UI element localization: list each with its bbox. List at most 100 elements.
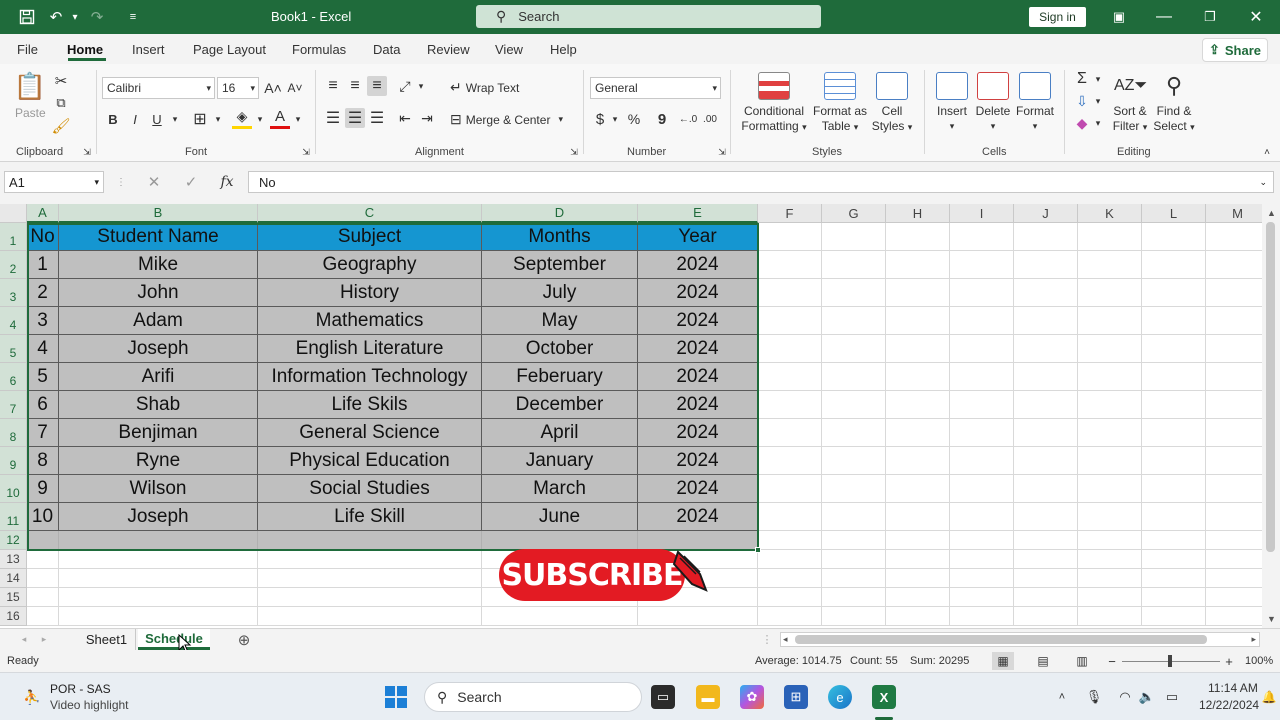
fill-handle[interactable] [755, 547, 761, 553]
cell[interactable] [1206, 531, 1262, 550]
chevron-down-icon[interactable]: ▾ [292, 109, 304, 129]
save-icon[interactable] [18, 8, 36, 26]
tab-review[interactable]: Review [427, 42, 470, 57]
cell[interactable] [1206, 391, 1262, 419]
clear-icon[interactable]: ◆ [1073, 113, 1091, 133]
cell[interactable] [950, 503, 1014, 531]
cell[interactable] [258, 531, 482, 550]
widget-subtitle[interactable]: Video highlight [50, 698, 129, 712]
cell[interactable] [59, 607, 258, 626]
cell[interactable]: 2024 [638, 475, 758, 503]
cell[interactable] [258, 607, 482, 626]
cell[interactable] [950, 550, 1014, 569]
decrease-decimal-icon[interactable]: .00 [700, 109, 720, 129]
tab-help[interactable]: Help [550, 42, 577, 57]
cell[interactable] [27, 531, 59, 550]
share-button[interactable]: ⇪ Share [1202, 38, 1268, 62]
zoom-slider-thumb[interactable] [1168, 655, 1172, 667]
cell[interactable] [1142, 588, 1206, 607]
restore-button[interactable]: ❐ [1199, 6, 1221, 28]
vertical-scrollbar[interactable]: ▲ ▼ [1262, 204, 1280, 628]
column-header[interactable]: I [950, 204, 1014, 223]
currency-button[interactable]: $ [592, 109, 608, 129]
tab-page-layout[interactable]: Page Layout [193, 42, 266, 57]
cell[interactable] [1078, 279, 1142, 307]
cancel-icon[interactable]: ✕ [144, 172, 164, 192]
column-header[interactable]: E [638, 204, 758, 223]
increase-font-icon[interactable]: A˄ [263, 78, 283, 98]
cell[interactable] [27, 569, 59, 588]
cell[interactable] [1142, 251, 1206, 279]
chevron-down-icon[interactable]: ▾ [1093, 69, 1103, 89]
table-header-cell[interactable]: Months [482, 223, 638, 251]
cell[interactable] [758, 419, 822, 447]
cell[interactable]: 2024 [638, 335, 758, 363]
cell[interactable] [1014, 503, 1078, 531]
cell[interactable] [1206, 607, 1262, 626]
cell[interactable] [950, 419, 1014, 447]
cell[interactable] [950, 251, 1014, 279]
wifi-icon[interactable]: ◠ [1116, 687, 1134, 707]
search-box[interactable]: ⚲ Search [476, 5, 821, 28]
merge-center-button[interactable]: ⊟ Merge & Center ▾ [450, 111, 563, 128]
delete-cells-button[interactable]: Delete ▾ [973, 72, 1013, 134]
windows-start-icon[interactable] [384, 685, 408, 709]
cell[interactable] [482, 607, 638, 626]
ribbon-display-icon[interactable]: ▣ [1108, 6, 1130, 28]
row-header[interactable]: 1 [0, 223, 27, 251]
row-header[interactable]: 15 [0, 588, 27, 607]
cell[interactable] [758, 391, 822, 419]
font-size-select[interactable]: 16 ▾ [217, 77, 259, 99]
conditional-formatting-button[interactable]: Conditional Formatting ▾ [738, 72, 810, 135]
store-icon[interactable]: ⊞ [784, 685, 808, 709]
font-launcher-icon[interactable]: ⇲ [300, 146, 312, 158]
cell[interactable] [1078, 335, 1142, 363]
zoom-level[interactable]: 100% [1245, 655, 1273, 667]
cell[interactable] [822, 391, 886, 419]
cell[interactable] [886, 503, 950, 531]
cell[interactable] [950, 588, 1014, 607]
bold-button[interactable]: B [104, 109, 122, 129]
status-average[interactable]: Average: 1014.75 [755, 655, 842, 667]
align-top-icon[interactable]: ≡ [323, 76, 343, 96]
cell[interactable]: December [482, 391, 638, 419]
cell[interactable] [822, 419, 886, 447]
tab-home[interactable]: Home [67, 42, 103, 57]
percent-button[interactable]: % [626, 109, 642, 129]
row-header[interactable]: 14 [0, 569, 27, 588]
cell[interactable] [1206, 588, 1262, 607]
cell[interactable] [1142, 391, 1206, 419]
cell[interactable] [822, 279, 886, 307]
cell[interactable] [1142, 447, 1206, 475]
cell[interactable]: September [482, 251, 638, 279]
cell[interactable] [1014, 419, 1078, 447]
cell[interactable]: 6 [27, 391, 59, 419]
number-launcher-icon[interactable]: ⇲ [716, 146, 728, 158]
cell[interactable]: 2024 [638, 447, 758, 475]
nba-logo-icon[interactable]: ⛹ [22, 685, 42, 709]
row-header[interactable]: 16 [0, 607, 27, 626]
cell[interactable] [886, 335, 950, 363]
cell[interactable] [950, 391, 1014, 419]
cell[interactable] [822, 223, 886, 251]
cell[interactable]: History [258, 279, 482, 307]
cell[interactable]: Geography [258, 251, 482, 279]
cell[interactable] [258, 588, 482, 607]
cell[interactable] [1142, 531, 1206, 550]
horizontal-scroll-thumb[interactable] [795, 635, 1207, 644]
excel-taskbar-icon[interactable]: X [872, 685, 896, 709]
cell[interactable]: Joseph [59, 503, 258, 531]
table-header-cell[interactable]: Subject [258, 223, 482, 251]
row-header[interactable]: 7 [0, 391, 27, 419]
tab-data[interactable]: Data [373, 42, 400, 57]
align-middle-icon[interactable]: ≡ [345, 76, 365, 96]
cell[interactable]: Life Skill [258, 503, 482, 531]
row-header[interactable]: 3 [0, 279, 27, 307]
add-sheet-icon[interactable]: ⊕ [235, 631, 253, 649]
align-left-icon[interactable]: ☰ [323, 108, 343, 128]
cell[interactable] [886, 588, 950, 607]
cell[interactable] [758, 447, 822, 475]
cell[interactable] [1078, 447, 1142, 475]
cell[interactable]: 2024 [638, 503, 758, 531]
zoom-out-icon[interactable]: − [1106, 652, 1118, 670]
